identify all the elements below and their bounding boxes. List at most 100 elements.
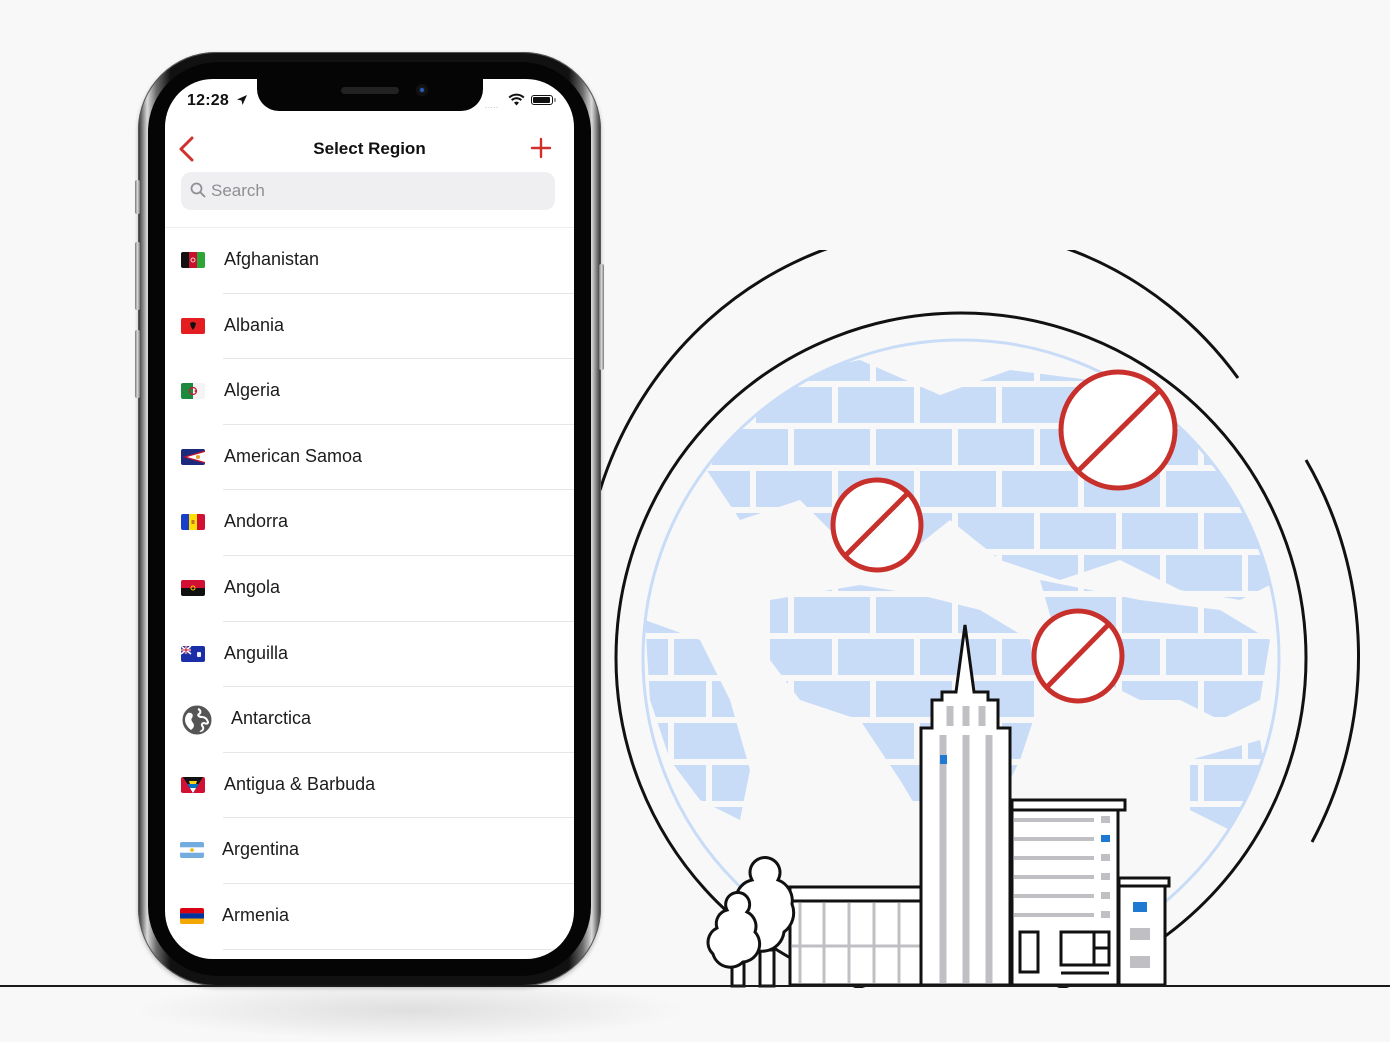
brick [1248,723,1279,759]
brick [1248,639,1279,675]
region-name: Afghanistan [224,249,320,269]
phone-frame: 12:28 ..... Select Region Search Afghani… [135,52,604,986]
search-bar[interactable] [181,172,555,210]
brick [876,360,952,381]
brick [712,681,788,717]
brick [1002,723,1078,759]
brick [838,723,914,759]
brick [920,471,996,507]
list-item[interactable]: Angola [165,556,574,622]
list-item[interactable]: Armenia [165,884,574,950]
navigation-bar: Select Region [165,131,574,171]
prohibited-icon [1058,369,1178,491]
brick [674,723,750,759]
brick [794,849,870,860]
blocked-regions-illustration [598,250,1362,988]
angola-flag-icon [181,579,205,596]
brick [712,360,788,381]
brick [1248,555,1279,591]
brick [794,597,870,633]
brick [645,681,706,717]
globe-icon [182,705,212,735]
brick [1204,849,1279,860]
andorra-flag-icon [181,514,205,531]
brick [756,471,832,507]
brick [920,555,996,591]
brick [1122,597,1198,633]
brick [1204,513,1279,549]
phone-shadow [130,980,690,1040]
list-item[interactable]: Antigua & Barbuda [165,753,574,819]
brick [1084,555,1160,591]
brick [1204,765,1279,801]
brick [838,387,914,423]
brick [1286,429,1362,465]
list-item[interactable]: Argentina [165,818,574,884]
notch [257,79,483,111]
list-item[interactable]: American Samoa [165,425,574,491]
volume-down-button [135,330,140,398]
brick [645,639,668,675]
anguilla-flag-icon [181,645,205,662]
brick [1248,807,1279,843]
brick [1286,597,1362,633]
list-item[interactable]: Algeria [165,359,574,425]
prohibited-icon [830,477,924,573]
status-time: 12:28 [187,92,229,109]
brick [645,807,668,843]
brick [958,597,1034,633]
low-building [788,885,924,987]
skyscraper [919,624,1012,987]
armenia-flag-icon [180,907,204,924]
list-item[interactable]: Andorra [165,490,574,556]
brick [674,555,750,591]
search-input[interactable] [211,172,541,210]
brick [876,429,952,465]
brick [794,681,870,717]
brick [1084,723,1160,759]
region-name: Anguilla [224,642,289,663]
brick [958,513,1034,549]
brick [1002,555,1078,591]
mute-switch [135,180,140,214]
brick [1286,513,1362,549]
list-item[interactable]: Albania [165,294,574,360]
region-name: Armenia [222,904,290,925]
brick [712,513,788,549]
plus-icon [530,137,552,159]
brick [645,429,706,465]
volume-up-button [135,242,140,310]
region-name: Argentina [222,839,300,860]
list-item[interactable]: Antarctica [165,687,574,753]
brick [630,933,706,969]
brick [1122,681,1198,717]
brick [674,639,750,675]
brick [1040,513,1116,549]
brick [1286,345,1362,381]
region-name: Albania [224,314,285,335]
brick [1204,597,1279,633]
brick [756,555,832,591]
region-name: Antigua & Barbuda [224,773,376,794]
brick [756,639,832,675]
brick [794,765,870,801]
region-list: Afghanistan Albania Algeria American Sam… [165,228,574,950]
region-name: Antarctica [231,708,312,729]
list-item[interactable]: Afghanistan [165,228,574,294]
battery-icon [531,95,556,105]
brick [838,807,914,843]
speaker-grille [341,87,399,94]
brick [1122,765,1198,801]
brick [1166,891,1242,927]
algeria-flag-icon [181,383,205,400]
brick [645,597,706,633]
brick [712,597,788,633]
brick [756,723,832,759]
add-region-button[interactable] [529,136,553,160]
brick [958,429,1034,465]
list-item[interactable]: Anguilla [165,622,574,688]
region-name: Andorra [224,511,289,532]
antigua-barbuda-flag-icon [181,776,205,793]
american-samoa-flag-icon [181,448,205,465]
brick [1248,891,1324,927]
